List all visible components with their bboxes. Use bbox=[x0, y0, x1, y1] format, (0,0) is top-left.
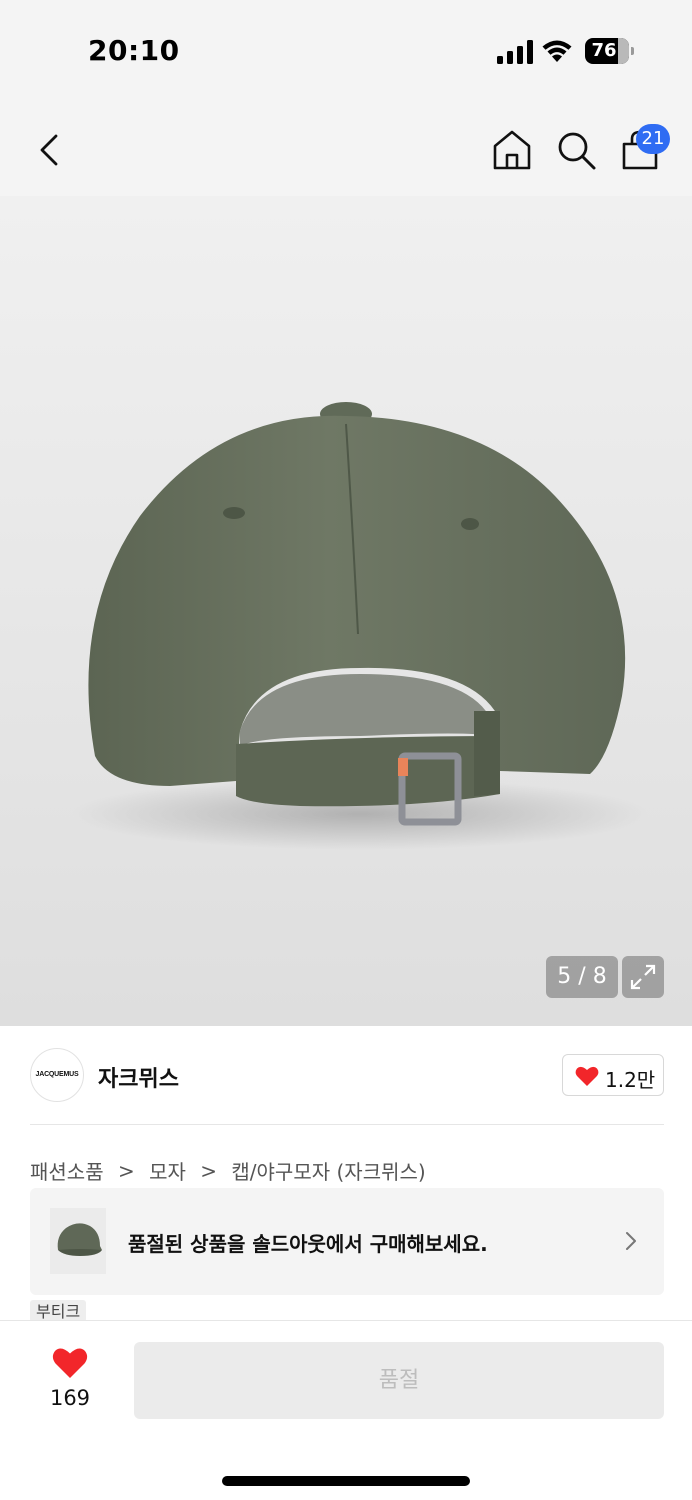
product-thumbnail bbox=[50, 1208, 106, 1274]
soldout-promo-banner[interactable]: 품절된 상품을 솔드아웃에서 구매해보세요. bbox=[30, 1188, 664, 1295]
divider bbox=[30, 1124, 664, 1125]
breadcrumb-item-hats[interactable]: 모자 bbox=[149, 1156, 186, 1185]
image-counter: 5 / 8 bbox=[546, 956, 618, 998]
expand-icon[interactable] bbox=[622, 956, 664, 998]
search-icon[interactable] bbox=[554, 128, 598, 172]
soldout-promo-text: 품절된 상품을 솔드아웃에서 구매해보세요. bbox=[128, 1232, 488, 1256]
wifi-icon bbox=[542, 40, 572, 62]
product-image-gallery[interactable] bbox=[0, 196, 692, 1026]
breadcrumb: 패션소품 > 모자 > 캡/야구모자 (자크뮈스) bbox=[30, 1156, 426, 1185]
soldout-button[interactable]: 품절 bbox=[134, 1342, 664, 1419]
cart-count-badge: 21 bbox=[636, 124, 670, 154]
boutique-tag: 부티크 bbox=[30, 1300, 87, 1322]
top-navigation bbox=[0, 100, 692, 196]
product-image bbox=[70, 402, 650, 850]
back-icon[interactable] bbox=[30, 130, 70, 170]
chevron-right-icon bbox=[626, 1232, 636, 1250]
breadcrumb-item-caps[interactable]: 캡/야구모자 (자크뮈스) bbox=[231, 1156, 425, 1185]
battery-icon: 76 bbox=[585, 38, 635, 64]
cellular-signal-icon bbox=[497, 40, 533, 64]
brand-like-button[interactable]: 1.2만 bbox=[562, 1054, 664, 1096]
wishlist-count: 169 bbox=[49, 1386, 91, 1410]
brand-logo-text: JACQUEMUS bbox=[35, 1071, 79, 1078]
brand-name[interactable]: 자크뮈스 bbox=[98, 1061, 179, 1093]
home-indicator bbox=[222, 1476, 470, 1486]
breadcrumb-separator: > bbox=[117, 1158, 135, 1183]
breadcrumb-item-fashion-accessories[interactable]: 패션소품 bbox=[30, 1156, 104, 1185]
breadcrumb-separator: > bbox=[200, 1158, 218, 1183]
status-time: 20:10 bbox=[88, 34, 180, 67]
status-bar: 20:10 76 bbox=[0, 0, 692, 100]
heart-icon bbox=[575, 1066, 599, 1086]
brand-logo[interactable]: JACQUEMUS bbox=[30, 1048, 84, 1102]
home-icon[interactable] bbox=[490, 128, 534, 172]
battery-level: 76 bbox=[591, 40, 617, 61]
wishlist-heart-icon[interactable] bbox=[52, 1346, 88, 1380]
brand-like-count: 1.2만 bbox=[605, 1068, 656, 1092]
